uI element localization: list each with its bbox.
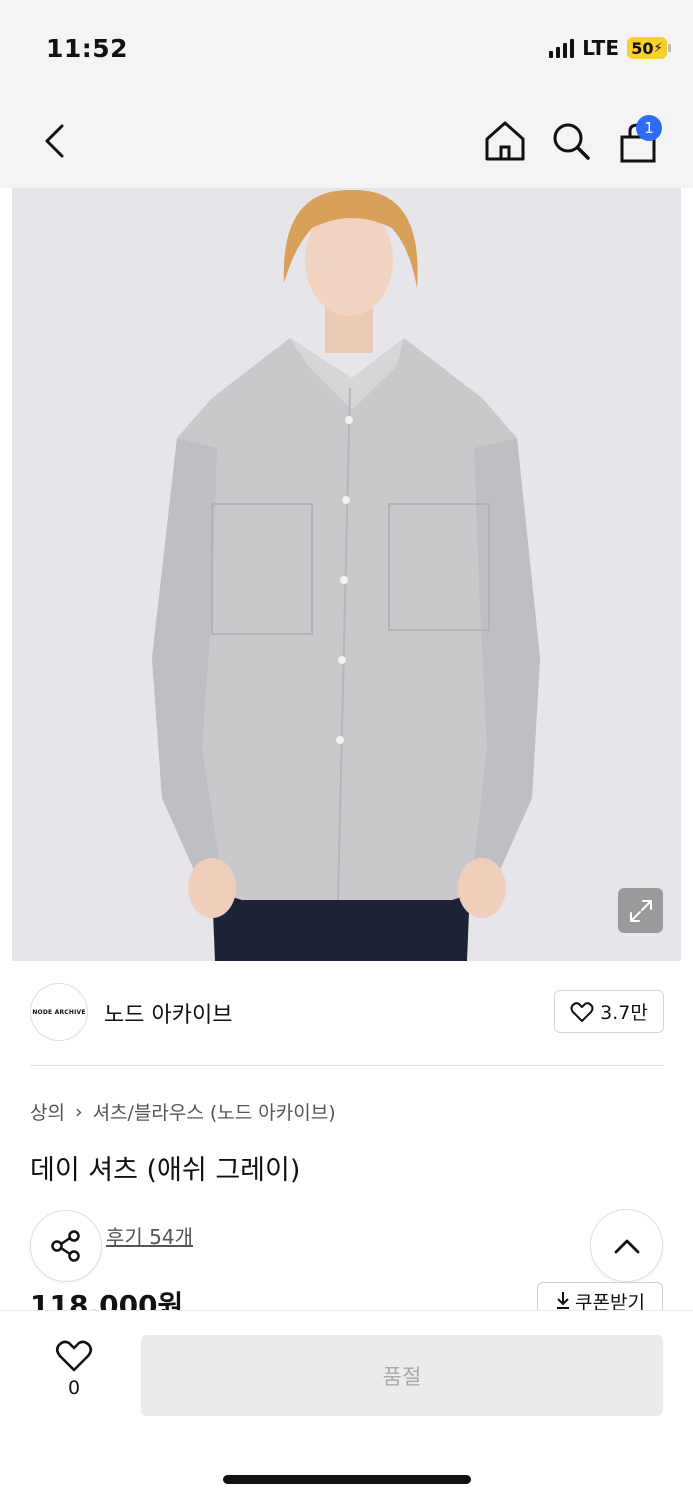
back-arrow-icon — [45, 124, 64, 158]
product-title: 데이 셔츠 (애쉬 그레이) — [30, 1155, 301, 1186]
breadcrumb: 상의 › 셔츠/블라우스 (노드 아카이브) — [30, 1098, 336, 1125]
product-price: 118,000원 — [30, 1289, 184, 1310]
battery-level: 50 — [631, 38, 654, 58]
brand-logo[interactable]: NODE ARCHIVE — [30, 983, 88, 1041]
breadcrumb-category[interactable]: 상의 — [30, 1098, 65, 1125]
network-label: LTE — [582, 36, 619, 60]
wishlist-count: 0 — [67, 1377, 81, 1399]
share-icon — [51, 1230, 80, 1262]
search-button[interactable] — [548, 117, 594, 165]
product-photo — [12, 188, 681, 961]
cart-button[interactable]: 1 — [614, 115, 664, 165]
product-image[interactable] — [12, 188, 681, 961]
review-link[interactable]: 후기 54개 — [106, 1221, 193, 1250]
brand-name[interactable]: 노드 아카이브 — [104, 997, 232, 1029]
heart-icon — [570, 1001, 594, 1022]
cart-badge: 1 — [636, 115, 662, 141]
bottom-action-bar: 0 품절 — [0, 1310, 693, 1500]
share-button[interactable] — [30, 1210, 102, 1282]
home-indicator — [223, 1475, 471, 1484]
search-icon — [553, 123, 590, 160]
divider — [30, 1065, 664, 1066]
wishlist-button[interactable]: 0 — [44, 1339, 104, 1411]
expand-icon — [629, 899, 652, 922]
battery-icon: 50 ⚡ — [627, 37, 671, 59]
home-button[interactable] — [482, 117, 528, 165]
brand-row: NODE ARCHIVE 노드 아카이브 3.7만 — [30, 983, 664, 1045]
breadcrumb-separator: › — [74, 1100, 83, 1123]
scroll-top-button[interactable] — [590, 1209, 663, 1282]
status-time: 11:52 — [46, 34, 129, 63]
signal-icon — [549, 38, 575, 58]
brand-like-count: 3.7만 — [600, 1002, 648, 1024]
chevron-up-icon — [614, 1239, 639, 1253]
expand-image-button[interactable] — [618, 888, 663, 933]
soldout-label: 품절 — [382, 1364, 422, 1389]
status-bar: 11:52 LTE 50 ⚡ — [0, 0, 693, 95]
home-icon — [485, 121, 525, 161]
breadcrumb-subcategory[interactable]: 셔츠/블라우스 (노드 아카이브) — [93, 1098, 336, 1125]
status-indicators: LTE 50 ⚡ — [549, 36, 671, 60]
brand-logo-text: NODE ARCHIVE — [32, 1008, 86, 1016]
back-button[interactable] — [34, 117, 74, 165]
heart-icon — [55, 1340, 93, 1372]
top-nav: 1 — [0, 95, 693, 188]
soldout-button[interactable]: 품절 — [141, 1335, 663, 1416]
download-icon — [557, 1292, 570, 1309]
brand-like-button[interactable]: 3.7만 — [554, 990, 664, 1033]
